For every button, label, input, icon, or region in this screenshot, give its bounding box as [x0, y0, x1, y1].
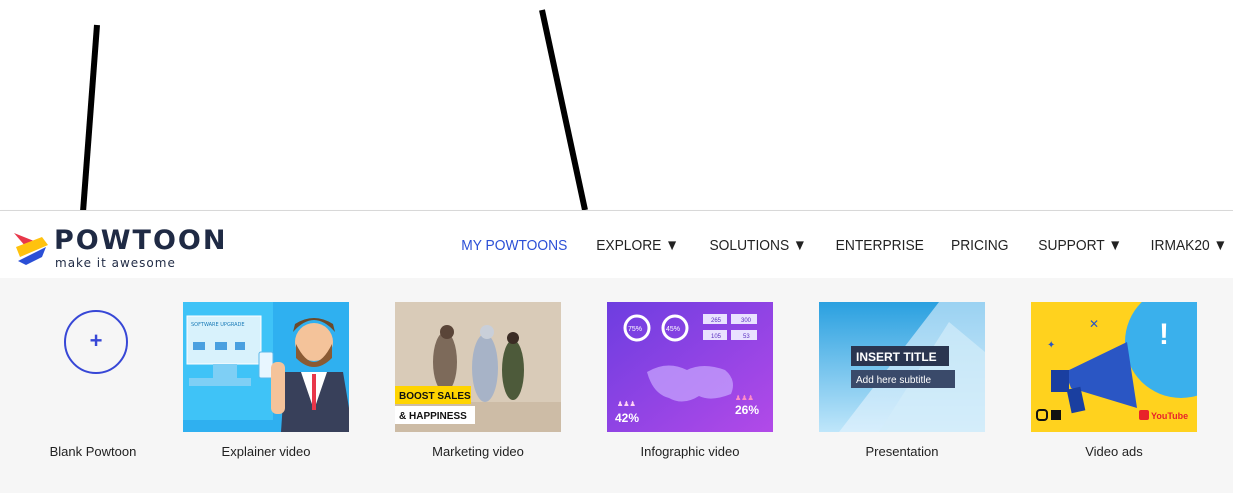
template-gallery: + Blank Powtoon SOFTWARE UPGRADE Explain… — [0, 278, 1233, 493]
svg-text:♟♟♟: ♟♟♟ — [735, 394, 754, 402]
svg-text:✦: ✦ — [1047, 340, 1055, 351]
template-label-infographic: Infographic video — [640, 444, 740, 459]
explainer-video-thumbnail: SOFTWARE UPGRADE — [183, 302, 353, 432]
svg-text:45%: 45% — [666, 326, 680, 333]
svg-text:42%: 42% — [615, 411, 639, 425]
svg-text:!: ! — [1159, 318, 1169, 351]
powtoon-logo-icon — [14, 233, 48, 265]
presentation-thumb-subtitle: Add here subtitle — [856, 375, 931, 386]
nav-support[interactable]: SUPPORT ▼ — [1038, 237, 1122, 254]
svg-text:53: 53 — [743, 334, 750, 340]
powtoon-logo[interactable]: POWTOON make it awesome — [12, 225, 225, 270]
nav-pricing[interactable]: PRICING — [951, 237, 1009, 254]
explainer-thumb-text: SOFTWARE UPGRADE — [191, 322, 245, 328]
template-marketing-video[interactable]: BOOST SALES & HAPPINESS — [395, 302, 561, 432]
template-explainer-video[interactable]: SOFTWARE UPGRADE — [183, 302, 353, 432]
template-video-ads[interactable]: ! ✕ ✦ YouTube — [1031, 286, 1233, 432]
marketing-thumb-text-1: BOOST SALES — [399, 391, 471, 402]
logo-wordmark: POWTOON — [54, 225, 228, 256]
nav-enterprise[interactable]: ENTERPRISE — [836, 237, 924, 254]
template-label-marketing: Marketing video — [432, 444, 524, 459]
nav-user-menu[interactable]: IRMAK20 ▼ — [1150, 237, 1227, 254]
annotation-line-left — [80, 24, 100, 213]
template-label-video-ads: Video ads — [1085, 444, 1143, 459]
svg-text:♟♟♟: ♟♟♟ — [617, 400, 636, 408]
top-navigation-bar: POWTOON make it awesome MY POWTOONS EXPL… — [0, 210, 1233, 279]
main-nav: MY POWTOONS EXPLORE ▼ SOLUTIONS ▼ ENTERP… — [430, 211, 1227, 279]
marketing-video-thumbnail: BOOST SALES & HAPPINESS — [395, 302, 561, 432]
template-label-explainer: Explainer video — [221, 444, 311, 459]
template-blank-powtoon[interactable]: + — [40, 302, 206, 432]
svg-text:300: 300 — [741, 318, 752, 324]
video-ads-thumb-badge: YouTube — [1151, 411, 1188, 421]
presentation-thumb-title: INSERT TITLE — [856, 350, 937, 364]
nav-solutions[interactable]: SOLUTIONS ▼ — [709, 237, 806, 254]
blank-powtoon-button[interactable]: + — [64, 310, 128, 374]
annotation-line-center — [539, 9, 588, 211]
infographic-video-thumbnail: 75% 45% 265 300 105 53 42% 26% ♟♟♟ ♟♟♟ — [607, 302, 773, 432]
nav-my-powtoons[interactable]: MY POWTOONS — [461, 237, 567, 254]
svg-text:✕: ✕ — [1089, 317, 1099, 331]
template-presentation[interactable]: INSERT TITLE Add here subtitle — [819, 302, 985, 432]
template-infographic-video[interactable]: 75% 45% 265 300 105 53 42% 26% ♟♟♟ ♟♟♟ — [607, 302, 773, 432]
svg-text:105: 105 — [711, 334, 722, 340]
template-label-blank: Blank Powtoon — [49, 444, 137, 459]
plus-icon: + — [89, 328, 103, 353]
presentation-thumbnail: INSERT TITLE Add here subtitle — [819, 302, 985, 432]
marketing-thumb-text-2: & HAPPINESS — [399, 411, 467, 422]
svg-text:26%: 26% — [735, 403, 759, 417]
logo-tagline: make it awesome — [55, 256, 176, 270]
svg-text:75%: 75% — [628, 326, 642, 333]
video-ads-thumbnail: ! ✕ ✦ YouTube — [1031, 286, 1233, 432]
nav-explore[interactable]: EXPLORE ▼ — [596, 237, 679, 254]
template-label-presentation: Presentation — [865, 444, 939, 459]
svg-text:265: 265 — [711, 318, 722, 324]
